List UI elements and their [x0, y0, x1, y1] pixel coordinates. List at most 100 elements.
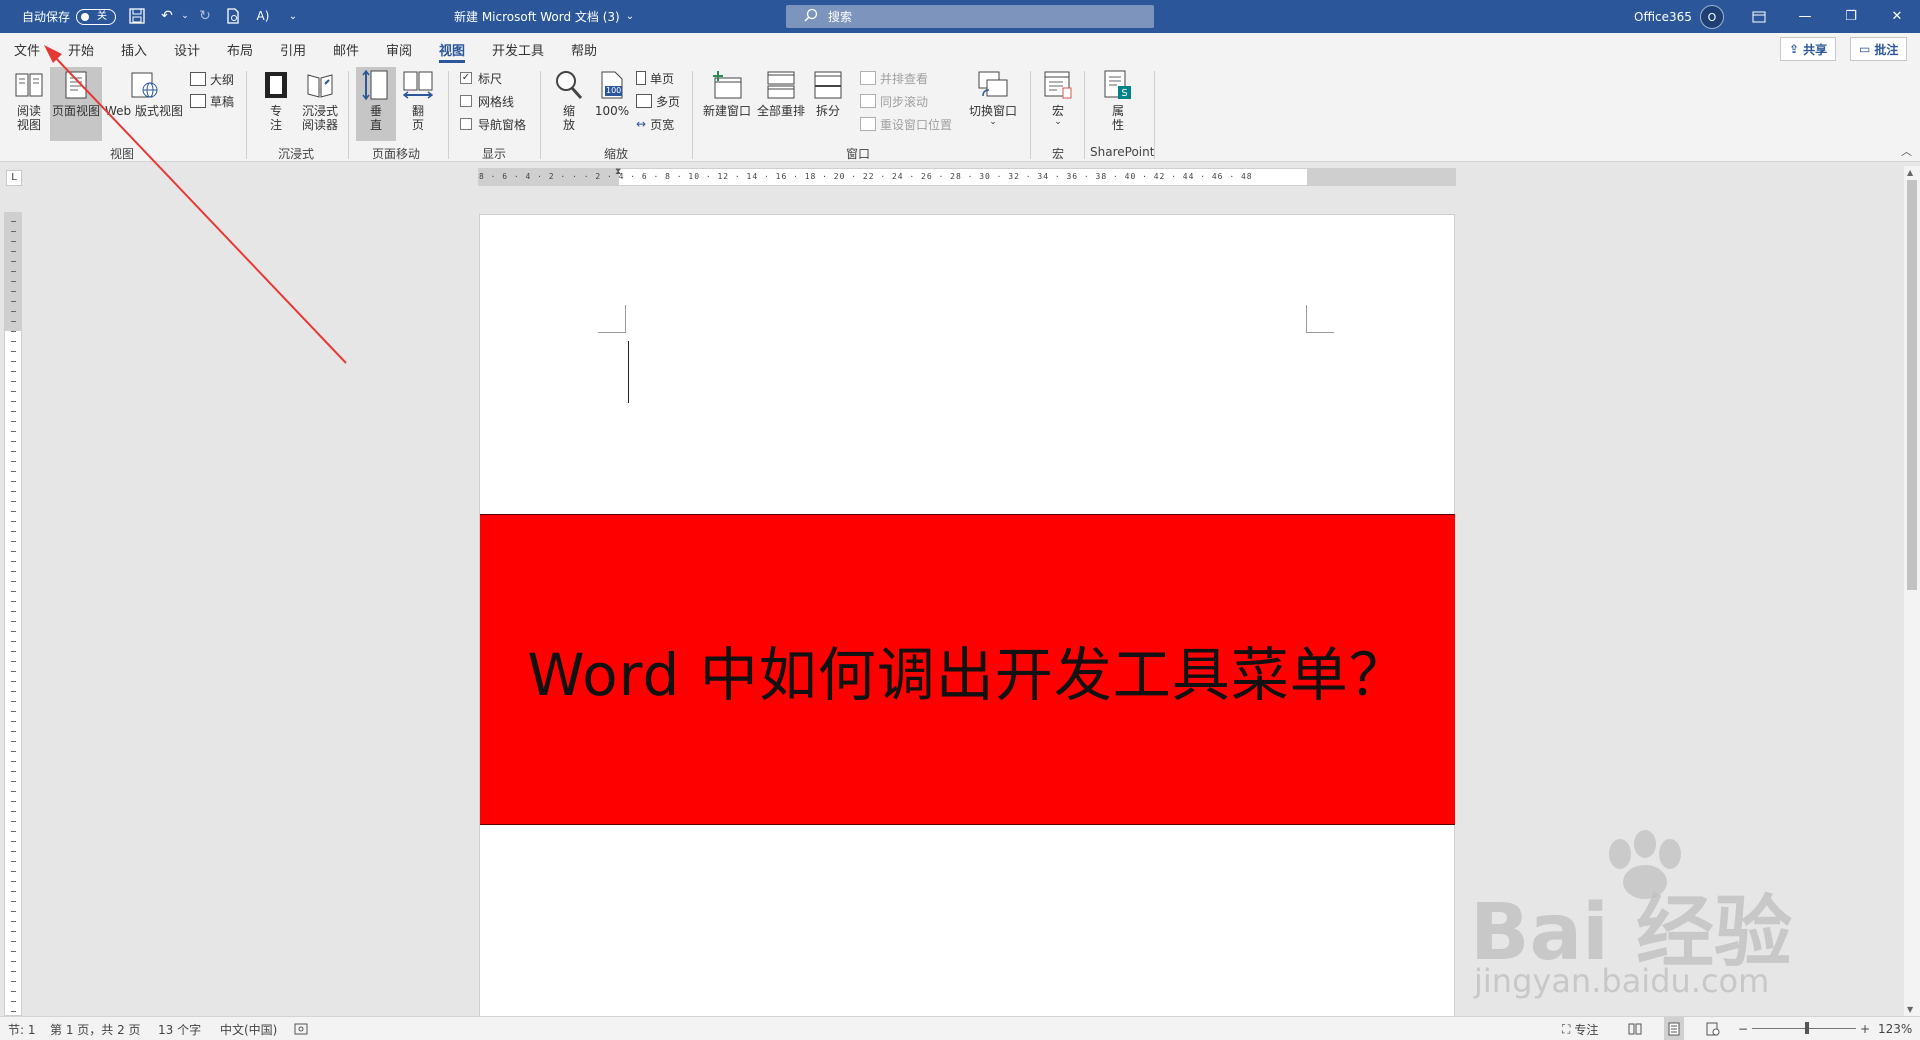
scroll-up-icon[interactable]: ▲ — [1907, 168, 1913, 177]
minimize-icon[interactable]: — — [1782, 0, 1828, 33]
scroll-down-icon[interactable]: ▼ — [1907, 1005, 1913, 1014]
vertical-button[interactable]: 垂 直 — [356, 67, 396, 141]
vertical-scrollbar[interactable]: ▲ ▼ — [1904, 166, 1920, 1016]
nav-pane-check-icon — [460, 118, 472, 130]
view-side-by-side-button[interactable]: 并排查看 — [860, 68, 928, 88]
one-page-button[interactable]: 单页 — [636, 68, 674, 88]
ruler-checkbox[interactable]: ✓ 标尺 — [460, 68, 502, 88]
section-indicator[interactable]: 节: 1 — [8, 1017, 36, 1040]
page-indicator[interactable]: 第 1 页，共 2 页 — [50, 1017, 141, 1040]
read-mode-button[interactable]: 阅读 视图 — [8, 69, 50, 132]
draft-button[interactable]: 草稿 — [190, 91, 234, 111]
redo-icon[interactable]: ↻ — [196, 7, 214, 25]
tab-selector[interactable]: L — [6, 170, 22, 186]
split-label: 拆分 — [815, 104, 840, 118]
ruler-tick — [11, 921, 16, 922]
search-input[interactable]: 搜索 — [786, 5, 1154, 28]
language-indicator[interactable]: 中文(中国) — [220, 1017, 277, 1040]
switch-windows-button[interactable]: 切换窗口 ⌄ — [966, 69, 1020, 127]
outline-button[interactable]: 大纲 — [190, 69, 234, 89]
zoom-slider-track[interactable] — [1752, 1028, 1856, 1029]
arrange-all-button[interactable]: 全部重排 — [754, 69, 808, 118]
document-title[interactable]: 新建 Microsoft Word 文档 (3) ⌄ — [454, 0, 634, 33]
ruler-tick — [11, 911, 16, 912]
autosave-toggle[interactable]: 关 — [76, 8, 117, 25]
customize-qat-icon[interactable]: ⌄ — [284, 7, 302, 25]
one-page-label: 单页 — [650, 71, 675, 86]
ruler-tick — [11, 301, 16, 302]
tab-references[interactable]: 引用 — [280, 33, 306, 65]
macros-button[interactable]: 宏 ⌄ — [1038, 69, 1078, 127]
focus-mode-button[interactable]: ⛶ 专注 — [1562, 1017, 1598, 1040]
ruler-tick — [11, 781, 16, 782]
immersive-reader-button[interactable]: 沉浸式 阅读器 — [296, 69, 344, 132]
accessibility-icon[interactable] — [294, 1017, 308, 1040]
tab-developer[interactable]: 开发工具 — [492, 33, 544, 65]
tab-layout[interactable]: 布局 — [227, 33, 253, 65]
paw-logo-icon — [1609, 830, 1681, 899]
zoom-slider-thumb[interactable] — [1805, 1022, 1809, 1034]
tab-help[interactable]: 帮助 — [571, 33, 597, 65]
focus-button[interactable]: 专 注 — [256, 69, 296, 132]
tab-insert[interactable]: 插入 — [121, 33, 147, 65]
ruler-tick — [11, 491, 16, 492]
multiple-pages-icon — [636, 94, 652, 108]
page-width-button[interactable]: ↔ 页宽 — [636, 114, 674, 134]
scrollbar-thumb[interactable] — [1907, 180, 1917, 590]
restore-icon[interactable]: ❐ — [1828, 0, 1874, 33]
reset-window-position-button[interactable]: 重设窗口位置 — [860, 114, 952, 134]
zoom-in-button[interactable]: + — [1860, 1017, 1870, 1040]
vertical-ruler[interactable] — [4, 212, 22, 1016]
word-count[interactable]: 13 个字 — [158, 1017, 201, 1040]
side-to-side-label: 翻 页 — [411, 104, 424, 132]
share-button[interactable]: ⇪ 共享 — [1780, 37, 1837, 61]
close-icon[interactable]: ✕ — [1874, 0, 1920, 33]
web-layout-view-icon[interactable] — [1706, 1017, 1720, 1040]
group-separator — [1030, 71, 1031, 159]
horizontal-ruler[interactable]: 8 · 6 · 4 · 2 · · · 2 · 4 · 6 · 8 · 10 ·… — [478, 167, 1456, 186]
avatar[interactable]: O — [1700, 5, 1724, 29]
print-layout-view-icon[interactable] — [1664, 1017, 1684, 1040]
web-layout-button[interactable]: Web 版式视图 — [104, 69, 184, 118]
autosave[interactable]: 自动保存 关 — [22, 0, 117, 33]
tab-home[interactable]: 开始 — [68, 33, 94, 65]
new-window-button[interactable]: 新建窗口 — [700, 69, 754, 118]
read-mode-view-icon[interactable] — [1628, 1017, 1642, 1040]
synchronous-scrolling-button[interactable]: 同步滚动 — [860, 91, 928, 111]
save-icon[interactable] — [128, 7, 146, 25]
ruler-tick — [11, 451, 16, 452]
tab-mailings[interactable]: 邮件 — [333, 33, 359, 65]
zoom-magnifier-icon — [553, 69, 585, 101]
collapse-ribbon-icon[interactable]: ︿ — [1901, 143, 1912, 159]
ruler-tick — [11, 851, 16, 852]
zoom-out-button[interactable]: − — [1738, 1017, 1748, 1040]
indent-marker-icon[interactable]: ⧗ — [615, 167, 621, 177]
multiple-pages-button[interactable]: 多页 — [636, 91, 680, 111]
undo-icon[interactable]: ↶ — [158, 7, 176, 25]
properties-button[interactable]: S 属 性 — [1098, 69, 1138, 132]
crop-mark-top-left — [598, 305, 626, 333]
zoom-button[interactable]: 缩 放 — [550, 69, 588, 132]
title-banner[interactable]: Word 中如何调出开发工具菜单？ — [480, 514, 1455, 825]
ribbon-display-options-icon[interactable] — [1736, 0, 1782, 33]
side-to-side-button[interactable]: 翻 页 — [398, 69, 438, 132]
zoom-100-button[interactable]: 100 100% — [592, 69, 632, 118]
split-button[interactable]: 拆分 — [808, 69, 848, 118]
side-to-side-icon — [402, 69, 434, 101]
read-aloud-icon[interactable]: A) — [254, 7, 272, 25]
gridlines-checkbox[interactable]: 网格线 — [460, 91, 514, 111]
document-page[interactable]: Word 中如何调出开发工具菜单？ — [479, 214, 1455, 1024]
tab-file[interactable]: 文件 — [14, 33, 40, 65]
navigation-pane-checkbox[interactable]: 导航窗格 — [460, 114, 526, 134]
print-layout-button[interactable]: 页面视图 — [50, 67, 102, 141]
undo-dropdown-icon[interactable]: ⌄ — [176, 7, 194, 25]
tab-view[interactable]: 视图 — [439, 33, 466, 65]
zoom-level[interactable]: 123% — [1878, 1017, 1912, 1040]
account-name[interactable]: Office365 — [1634, 0, 1692, 33]
print-preview-icon[interactable] — [224, 7, 242, 25]
tab-design[interactable]: 设计 — [174, 33, 200, 65]
tab-review[interactable]: 审阅 — [386, 33, 412, 65]
print-layout-icon — [60, 69, 92, 101]
switch-windows-icon — [977, 69, 1009, 101]
comments-button[interactable]: ▭ 批注 — [1850, 37, 1908, 61]
